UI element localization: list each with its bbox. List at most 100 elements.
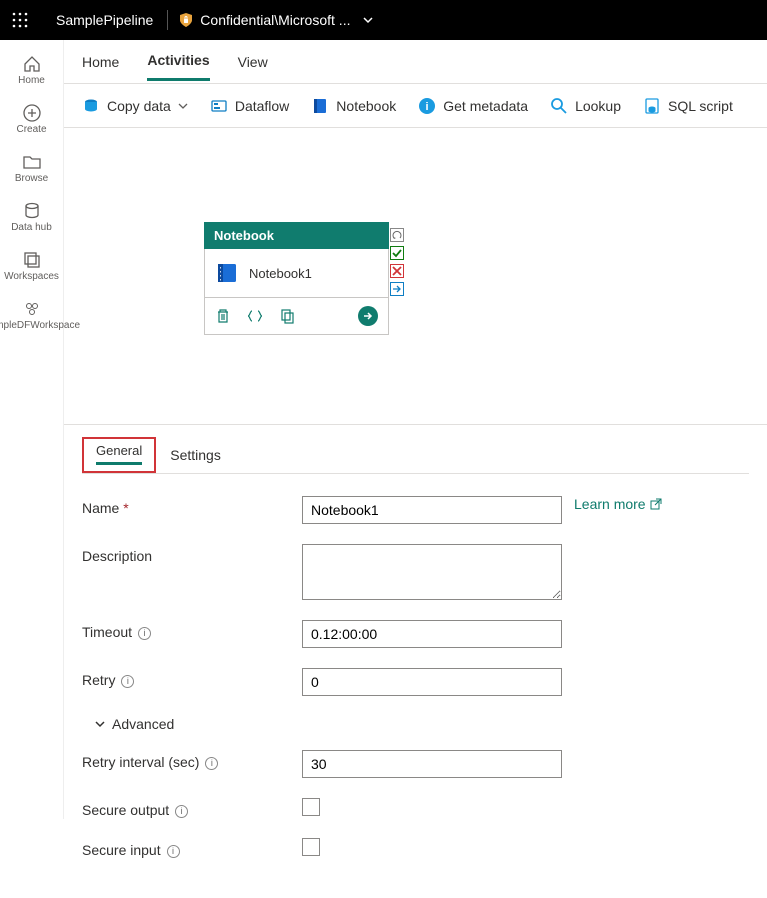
row-retry-interval: Retry interval (sec) i	[82, 750, 749, 778]
toolbar-dataflow[interactable]: Dataflow	[210, 97, 289, 115]
toolbar-lookup[interactable]: Lookup	[550, 97, 621, 115]
advanced-label: Advanced	[112, 716, 174, 732]
notebook-icon	[215, 261, 239, 285]
rail-create[interactable]: Create	[0, 95, 64, 144]
node-label: Notebook1	[249, 266, 312, 281]
description-label: Description	[82, 544, 302, 564]
header-divider	[167, 10, 168, 30]
timeout-input[interactable]	[302, 620, 562, 648]
rail-datahub-label: Data hub	[11, 222, 52, 234]
rail-home-label: Home	[18, 75, 45, 87]
panel-tab-settings[interactable]: Settings	[156, 441, 235, 469]
pipeline-name[interactable]: SamplePipeline	[56, 12, 153, 28]
toolbar-lookup-label: Lookup	[575, 98, 621, 114]
rail-home[interactable]: Home	[0, 46, 64, 95]
retry-interval-label: Retry interval (sec) i	[82, 750, 302, 770]
toolbar-get-metadata-label: Get metadata	[443, 98, 528, 114]
handle-success[interactable]	[390, 246, 404, 260]
toolbar-copy-data[interactable]: Copy data	[82, 97, 188, 115]
info-icon[interactable]: i	[121, 675, 134, 688]
external-link-icon	[650, 498, 662, 510]
copy-icon[interactable]	[279, 308, 295, 324]
info-icon[interactable]: i	[138, 627, 151, 640]
rail-create-label: Create	[16, 124, 46, 136]
retry-interval-input[interactable]	[302, 750, 562, 778]
panel-tabs: General Settings	[82, 425, 749, 473]
workspaces-icon	[22, 250, 42, 270]
chevron-down-icon	[178, 101, 188, 111]
toolbar-notebook-label: Notebook	[336, 98, 396, 114]
sql-script-icon	[643, 97, 661, 115]
folder-icon	[22, 152, 42, 172]
rail-workspaces[interactable]: Workspaces	[0, 242, 64, 291]
row-name: Name * Learn more	[82, 496, 749, 524]
name-input[interactable]	[302, 496, 562, 524]
main-area: Home Activities View Copy data Dataflow …	[64, 40, 767, 819]
chevron-down-icon	[94, 718, 106, 730]
confidentiality-selector[interactable]: Confidential\Microsoft ...	[178, 12, 374, 28]
info-icon: i	[418, 97, 436, 115]
handle-skip[interactable]	[390, 228, 404, 242]
retry-label: Retry i	[82, 668, 302, 688]
delete-icon[interactable]	[215, 308, 231, 324]
description-input[interactable]	[302, 544, 562, 600]
toolbar-sql-script[interactable]: SQL script	[643, 97, 733, 115]
code-icon[interactable]	[247, 308, 263, 324]
toolbar-dataflow-label: Dataflow	[235, 98, 289, 114]
tab-activities[interactable]: Activities	[147, 42, 209, 81]
node-actions	[204, 298, 389, 335]
run-icon[interactable]	[358, 306, 378, 326]
rail-workspaces-label: Workspaces	[4, 271, 59, 283]
toolbar-notebook[interactable]: Notebook	[311, 97, 396, 115]
tab-home[interactable]: Home	[82, 44, 119, 80]
learn-more-link[interactable]: Learn more	[574, 496, 662, 512]
row-secure-input: Secure input i	[82, 838, 749, 858]
left-nav-rail: Home Create Browse Data hub Workspaces S…	[0, 40, 64, 819]
search-icon	[550, 97, 568, 115]
secure-output-label: Secure output i	[82, 798, 302, 818]
info-icon[interactable]: i	[205, 757, 218, 770]
rail-browse-label: Browse	[15, 173, 48, 185]
svg-text:i: i	[426, 101, 429, 113]
handle-completion[interactable]	[390, 282, 404, 296]
name-label: Name *	[82, 496, 302, 516]
info-icon[interactable]: i	[175, 805, 188, 818]
chevron-down-icon	[362, 14, 374, 26]
pipeline-canvas[interactable]: Notebook Notebook1	[64, 128, 767, 424]
copy-data-icon	[82, 97, 100, 115]
secure-input-checkbox[interactable]	[302, 838, 320, 856]
shield-icon	[178, 12, 194, 28]
home-icon	[22, 54, 42, 74]
secure-output-checkbox[interactable]	[302, 798, 320, 816]
advanced-toggle[interactable]: Advanced	[94, 716, 749, 732]
activity-node-notebook[interactable]: Notebook Notebook1	[204, 222, 389, 335]
properties-panel: General Settings Name * Learn more Descr…	[64, 424, 767, 898]
panel-tab-general[interactable]: General	[82, 437, 156, 473]
panel-divider	[82, 473, 749, 474]
info-icon[interactable]: i	[167, 845, 180, 858]
plus-circle-icon	[22, 103, 42, 123]
database-icon	[22, 201, 42, 221]
row-secure-output: Secure output i	[82, 798, 749, 818]
learn-more-label: Learn more	[574, 496, 646, 512]
rail-datahub[interactable]: Data hub	[0, 193, 64, 242]
rail-workspace-sample[interactable]: SampleDFWorkspace	[0, 291, 64, 340]
row-retry: Retry i	[82, 668, 749, 696]
row-timeout: Timeout i	[82, 620, 749, 648]
toolbar-get-metadata[interactable]: i Get metadata	[418, 97, 528, 115]
node-side-handles	[390, 228, 404, 296]
main-tabs: Home Activities View	[64, 40, 767, 84]
dataflow-icon	[210, 97, 228, 115]
confidentiality-label: Confidential\Microsoft ...	[200, 12, 350, 28]
rail-browse[interactable]: Browse	[0, 144, 64, 193]
timeout-label: Timeout i	[82, 620, 302, 640]
node-body: Notebook1	[204, 249, 389, 298]
handle-failure[interactable]	[390, 264, 404, 278]
activities-toolbar: Copy data Dataflow Notebook i Get metada…	[64, 84, 767, 128]
retry-input[interactable]	[302, 668, 562, 696]
tab-view[interactable]: View	[238, 44, 268, 80]
app-launcher-icon[interactable]	[8, 8, 32, 32]
row-description: Description	[82, 544, 749, 600]
workspace-icon	[22, 299, 42, 319]
top-header: SamplePipeline Confidential\Microsoft ..…	[0, 0, 767, 40]
